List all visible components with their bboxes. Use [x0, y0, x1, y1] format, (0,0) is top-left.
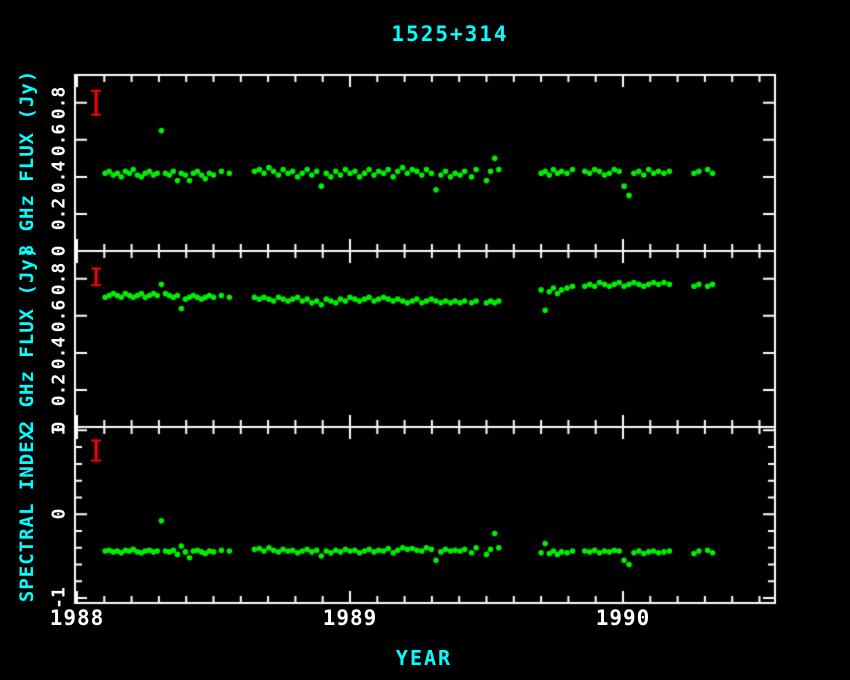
plot-title: 1525+314	[391, 22, 508, 46]
y-tick-label: 1	[49, 425, 70, 436]
light-curve-figure: 1525+314 8 GHz FLUX (Jy) 2 GHz FLUX (Jy)…	[0, 0, 850, 680]
x-tick-label-1990: 1990	[596, 606, 651, 630]
y-tick-label: 0.8	[49, 87, 70, 120]
y-tick-label: 0.8	[49, 263, 70, 296]
y-axis-title-spectral-index: SPECTRAL INDEX	[16, 428, 38, 602]
x-tick-label-1989: 1989	[323, 606, 378, 630]
y-tick-label: 0	[49, 246, 70, 257]
x-axis-title: YEAR	[396, 646, 452, 670]
y-tick-label: 0.6	[49, 300, 70, 333]
y-tick-label: 0.4	[49, 161, 70, 194]
x-tick-label-1988: 1988	[50, 606, 105, 630]
y-tick-label: 0.6	[49, 124, 70, 157]
y-tick-label: 0	[49, 509, 70, 520]
plot-canvas	[0, 0, 850, 680]
y-axis-title-2ghz: 2 GHz FLUX (Jy)	[16, 246, 38, 433]
y-axis-title-8ghz: 8 GHz FLUX (Jy)	[16, 70, 38, 257]
y-tick-label: 0.4	[49, 337, 70, 370]
y-tick-label: 0.2	[49, 374, 70, 407]
y-tick-label: 0.2	[49, 198, 70, 231]
